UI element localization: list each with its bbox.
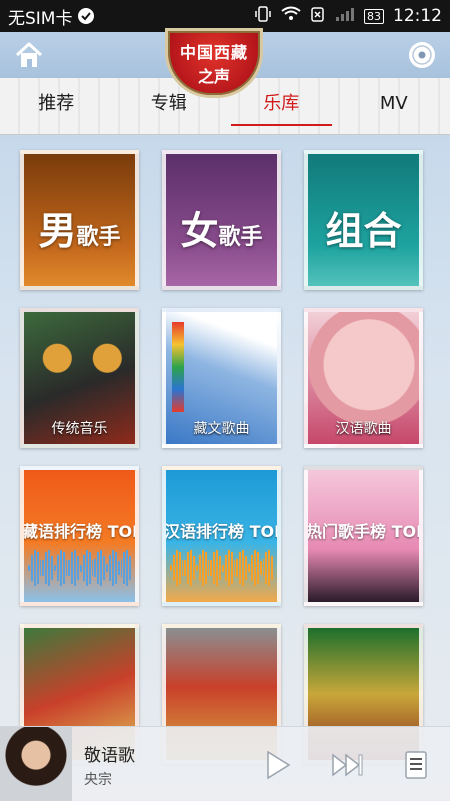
tile-male-label: 男歌手	[24, 200, 135, 255]
play-button[interactable]	[258, 745, 298, 785]
wifi-icon	[281, 6, 301, 27]
tile-chart-label: 藏语排行榜 TOP	[22, 518, 139, 542]
tile-hot-singers-chart[interactable]: 热门歌手榜 TOP	[304, 466, 423, 606]
next-icon	[331, 752, 365, 778]
no-sim-icon	[310, 6, 326, 27]
clock-text: 12:12	[393, 6, 442, 26]
signal-icon	[335, 6, 355, 27]
tile-chinese-chart[interactable]: 汉语排行榜 TOP	[162, 466, 281, 606]
tab-recommend[interactable]: 推荐	[0, 78, 113, 134]
tile-male-singers[interactable]: 男歌手	[20, 150, 139, 290]
now-playing-button[interactable]	[404, 37, 440, 73]
tile-traditional-music[interactable]: 传统音乐	[20, 308, 139, 448]
playlist-button[interactable]	[396, 745, 436, 785]
tile-chart-label: 汉语排行榜 TOP	[164, 518, 281, 542]
tile-female-singers[interactable]: 女歌手	[162, 150, 281, 290]
equalizer-decor	[170, 548, 273, 588]
tile-groups[interactable]: 组合	[304, 150, 423, 290]
song-artist: 央宗	[84, 769, 112, 789]
tile-tibetan-songs[interactable]: 藏文歌曲	[162, 308, 281, 448]
vibrate-icon	[254, 5, 272, 28]
tile-caption: 汉语歌曲	[308, 418, 419, 438]
disc-icon	[407, 40, 437, 70]
app-header: 中国西藏 之声	[0, 32, 450, 78]
tile-caption: 藏文歌曲	[166, 418, 277, 438]
battery-icon: 83	[364, 9, 384, 24]
tile-groups-label: 组合	[308, 200, 419, 255]
album-cover	[0, 727, 72, 801]
play-icon	[265, 750, 291, 780]
check-icon	[78, 8, 94, 24]
next-button[interactable]	[328, 745, 368, 785]
home-button[interactable]	[8, 36, 50, 74]
equalizer-decor	[28, 548, 131, 588]
song-title: 敬语歌	[84, 741, 135, 766]
playlist-icon	[403, 750, 429, 780]
tab-mv[interactable]: MV	[338, 78, 450, 134]
category-grid: 男歌手 女歌手 组合 传统音乐 藏文歌曲 汉语歌曲 藏语排行榜 TOP 汉语排行…	[20, 150, 436, 764]
tile-chinese-songs[interactable]: 汉语歌曲	[304, 308, 423, 448]
mini-player[interactable]: 敬语歌 央宗	[0, 726, 450, 801]
prayer-flags-decor	[172, 322, 184, 412]
logo-text-line2: 之声	[198, 63, 230, 87]
carrier-text: 无SIM卡	[8, 4, 72, 29]
tile-tibetan-chart[interactable]: 藏语排行榜 TOP	[20, 466, 139, 606]
tile-caption: 传统音乐	[24, 418, 135, 438]
home-icon	[14, 41, 44, 69]
logo-text-line1: 中国西藏	[180, 39, 248, 63]
tile-female-label: 女歌手	[166, 200, 277, 255]
tile-chart-label: 热门歌手榜 TOP	[306, 518, 423, 542]
